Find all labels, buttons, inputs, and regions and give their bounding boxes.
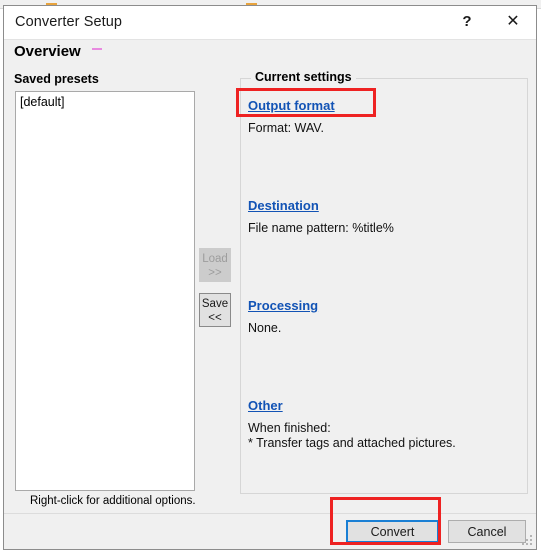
right-click-hint: Right-click for additional options. [30,495,196,507]
saved-presets-list[interactable]: [default] [15,91,195,491]
current-settings-label: Current settings [251,70,356,84]
page-header: Overview [4,40,536,67]
convert-button[interactable]: Convert [346,520,439,543]
cancel-button[interactable]: Cancel [448,520,526,543]
close-icon[interactable]: ✕ [490,6,536,38]
output-format-summary: Format: WAV. [248,121,324,135]
converter-setup-dialog: Converter Setup ? ✕ Overview Saved prese… [3,5,537,550]
saved-presets-label: Saved presets [14,72,99,86]
help-icon[interactable]: ? [444,6,490,38]
title-bar: Converter Setup ? ✕ [4,6,536,40]
save-preset-button[interactable]: Save << [199,293,231,327]
window-title: Converter Setup [15,14,123,30]
dialog-body: Saved presets [default] Right-click for … [4,67,536,515]
other-link[interactable]: Other [248,398,283,413]
processing-link[interactable]: Processing [248,298,318,313]
section-other: Other When finished: * Transfer tags and… [248,397,523,451]
destination-link[interactable]: Destination [248,198,319,213]
page-title: Overview [14,43,81,60]
output-format-link[interactable]: Output format [248,98,335,113]
section-processing: Processing None. [248,297,523,336]
list-item[interactable]: [default] [16,92,194,109]
other-summary: When finished: * Transfer tags and attac… [248,421,456,450]
destination-summary: File name pattern: %title% [248,221,394,235]
processing-summary: None. [248,321,282,335]
resize-grip[interactable] [522,535,534,547]
section-output-format: Output format Format: WAV. [248,97,523,136]
section-destination: Destination File name pattern: %title% [248,197,523,236]
load-preset-button[interactable]: Load >> [199,248,231,282]
dialog-footer: Convert Cancel [4,513,536,549]
overview-marker-icon [92,48,102,50]
